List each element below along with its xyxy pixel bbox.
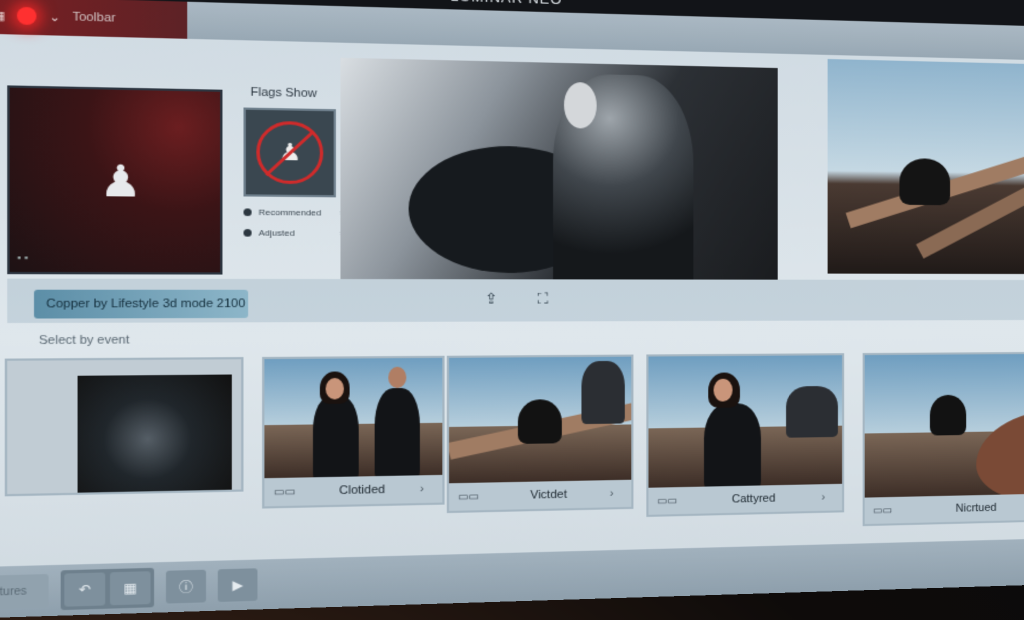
expand-icon[interactable]: ⛶: [537, 290, 548, 308]
head: [713, 378, 733, 402]
blocked-thumbnail[interactable]: ♟: [243, 107, 336, 198]
card-bar: ▭▭ Nicrtued ›: [864, 493, 1024, 525]
chevron-icon[interactable]: ⌄: [49, 9, 60, 24]
side-photo[interactable]: [827, 59, 1024, 275]
flag-row[interactable]: Recommended ›: [243, 207, 343, 218]
gallery: ▭▭ Clotided › ▭▭ Victdet › ▭▭ Cattyred ›…: [4, 346, 1024, 552]
card-image: [864, 353, 1024, 498]
info-icon[interactable]: ⓘ: [165, 569, 207, 604]
gallery-title: Select by event: [38, 333, 130, 348]
gallery-card[interactable]: ▭▭ Nicrtued ›: [862, 351, 1024, 527]
app-screen: ≡ ▦ ⌄ Toolbar ♟ ▪ ▪ Flags Show ♟ Recomme…: [0, 0, 1024, 620]
machine: [581, 360, 625, 425]
person: [703, 403, 761, 488]
circle-dot-icon: [243, 229, 252, 237]
dark-object-image: [77, 374, 232, 493]
photo-sculpture: [899, 158, 951, 206]
preview-image[interactable]: ♟ ▪ ▪: [7, 85, 223, 275]
photo-sculpture: [517, 399, 562, 444]
play-icon[interactable]: ▶: [217, 568, 258, 602]
panel-heading: [7, 48, 243, 54]
preview-strip: ▪ ▪: [16, 252, 28, 264]
image-actions: ⇪ ⛶: [485, 290, 548, 308]
compare-icon[interactable]: ▭▭: [264, 486, 303, 499]
share-icon[interactable]: ⇪: [485, 290, 498, 308]
flag-row-label: Recommended: [258, 207, 322, 218]
head: [388, 366, 407, 389]
back-icon[interactable]: ↶: [64, 572, 106, 607]
card-label: Nicrtued: [955, 501, 997, 515]
circle-dot-icon: [243, 208, 252, 217]
compare-icon[interactable]: ▭▭: [865, 504, 900, 517]
gallery-card[interactable]: [4, 357, 244, 497]
monitor: LUMINAR NEO ≡ ▦ ⌄ Toolbar ♟ ▪ ▪ Flags Sh…: [0, 0, 1024, 620]
card-label: Clotided: [339, 483, 386, 498]
flags-title: Flags Show: [250, 85, 317, 101]
flag-row-label: Adjusted: [258, 228, 295, 238]
card-image: [449, 356, 632, 484]
gallery-card[interactable]: ▭▭ Victdet ›: [446, 354, 634, 514]
card-bar: ▭▭ Victdet ›: [449, 479, 632, 511]
card-image: [648, 355, 843, 488]
chevron-right-icon[interactable]: ›: [821, 491, 842, 503]
toolbar-label[interactable]: Toolbar: [72, 11, 115, 25]
status-bar: Pictures ↶ ▦ ⓘ ▶: [0, 539, 1024, 620]
person: [312, 394, 359, 479]
grid-icon[interactable]: ▦: [109, 571, 151, 606]
person: [374, 387, 420, 479]
main-photo[interactable]: [340, 57, 778, 280]
card-label: Victdet: [530, 488, 567, 502]
chevron-right-icon[interactable]: ›: [420, 482, 442, 496]
card-image: [264, 357, 443, 479]
image-caption[interactable]: Copper by Lifestyle 3d mode 2100: [34, 289, 249, 319]
card-label: Cattyred: [731, 492, 776, 506]
flags-panel: Flags Show ♟ Recommended › Adjusted ›: [243, 85, 343, 292]
prohibited-icon: ♟: [256, 120, 324, 185]
compare-icon[interactable]: ▭▭: [449, 490, 487, 503]
gallery-card[interactable]: ▭▭ Clotided ›: [262, 355, 445, 509]
photo-sculpture: [929, 394, 967, 436]
photo-face: [564, 81, 597, 129]
gallery-card[interactable]: ▭▭ Cattyred ›: [646, 353, 845, 517]
record-icon[interactable]: [17, 6, 37, 26]
compare-icon[interactable]: ▭▭: [648, 495, 684, 507]
chevron-right-icon[interactable]: ›: [610, 487, 632, 500]
preview-panel: ♟ ▪ ▪: [7, 48, 243, 297]
record-group: ▦ ⌄ Toolbar: [0, 0, 188, 39]
pictures-button[interactable]: Pictures: [0, 574, 49, 610]
machine: [786, 385, 838, 438]
flag-row[interactable]: Adjusted ›: [243, 228, 343, 238]
head: [325, 377, 344, 400]
status-button-group: ↶ ▦: [60, 567, 155, 611]
card-bar: ▭▭ Clotided ›: [264, 474, 443, 507]
card-bar: ▭▭ Cattyred ›: [648, 483, 843, 515]
figure-icon: ♟: [99, 157, 143, 207]
grid-icon[interactable]: ▦: [0, 8, 5, 23]
